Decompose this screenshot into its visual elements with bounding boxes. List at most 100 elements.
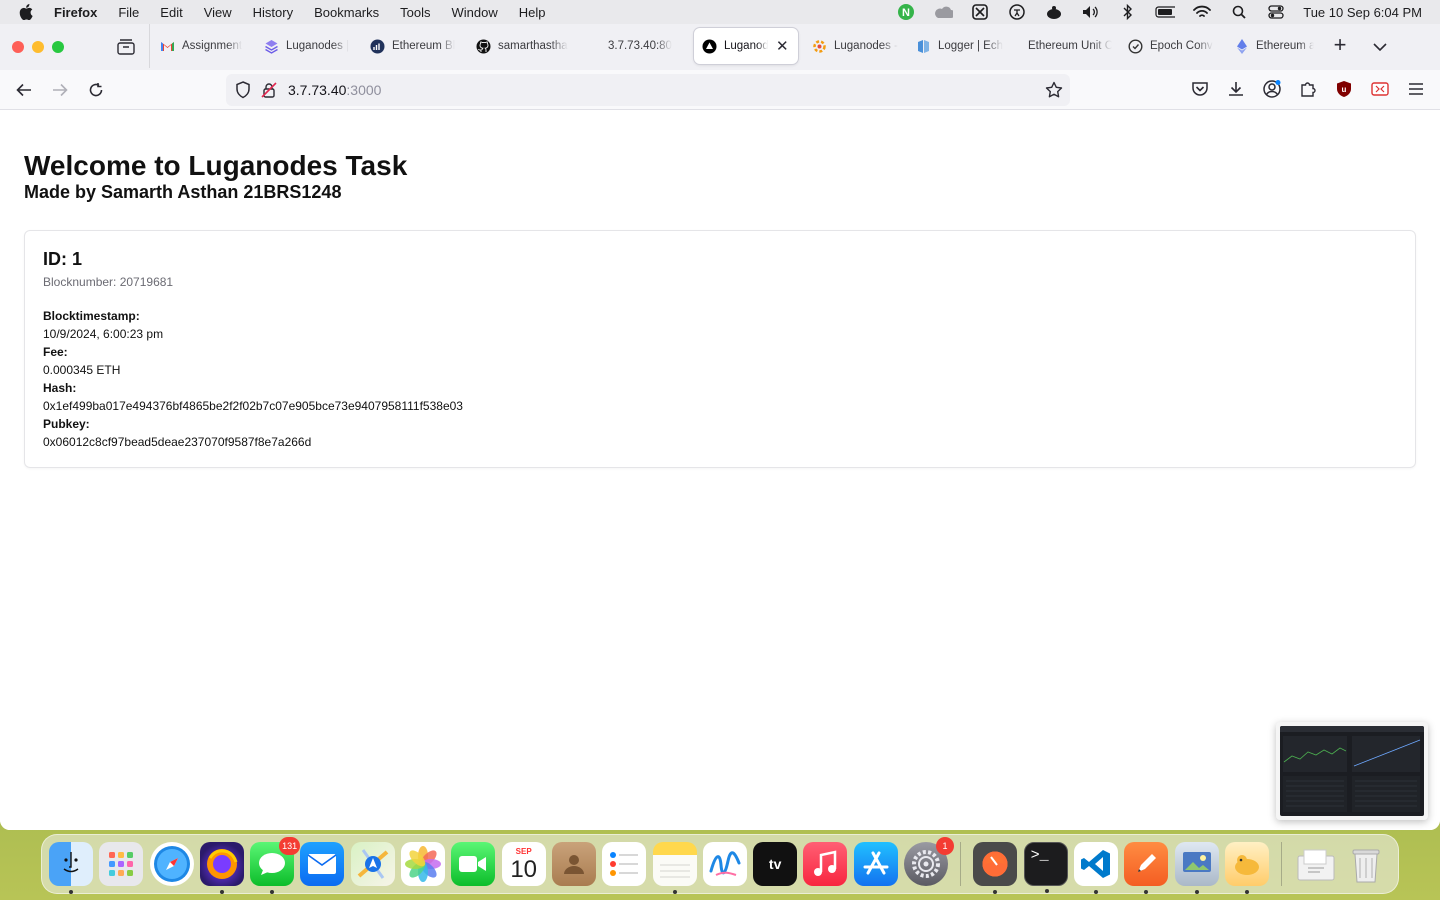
facetime-icon[interactable] — [451, 842, 496, 886]
minimize-window-button[interactable] — [32, 41, 44, 53]
pubkey-value: 0x06012c8cf97bead5deae237070f9587f8e7a26… — [43, 435, 312, 449]
close-tab-icon[interactable]: ✕ — [776, 37, 789, 55]
calendar-day: 10 — [510, 856, 538, 883]
app-status-icon[interactable] — [970, 4, 990, 20]
tab-logger[interactable]: Logger | Ech — [908, 28, 1014, 64]
trash-icon[interactable] — [1344, 842, 1388, 886]
control-center-icon[interactable] — [1266, 4, 1286, 20]
extensions-puzzle-icon[interactable] — [1298, 79, 1318, 99]
record-id: ID: 1 — [43, 249, 83, 269]
vscode-icon[interactable] — [1073, 842, 1118, 894]
notes-icon[interactable] — [652, 842, 697, 894]
freeform-icon[interactable] — [702, 842, 747, 886]
nordvpn-icon[interactable]: N — [896, 4, 916, 20]
gmail-icon — [160, 39, 175, 54]
tab-ethereum-unit-converter[interactable]: Ethereum Unit C — [1014, 28, 1120, 64]
tab-title: Ethereum Bl — [392, 40, 456, 52]
tab-title: Ethereum Unit C — [1028, 40, 1112, 52]
clock-icon — [1128, 38, 1143, 54]
wifi-icon[interactable] — [1192, 4, 1212, 20]
maps-icon[interactable] — [350, 842, 395, 886]
list-all-tabs-icon[interactable] — [1370, 36, 1390, 56]
photos-icon[interactable] — [401, 842, 446, 886]
menu-history[interactable]: History — [253, 5, 293, 20]
address-bar[interactable]: 3.7.73.40:3000 — [226, 74, 1070, 106]
postman-icon[interactable] — [973, 842, 1018, 894]
tab-bar: Assignment Luganodes | Ethereum Bl samar… — [0, 24, 1440, 70]
menu-bookmarks[interactable]: Bookmarks — [314, 5, 379, 20]
tab-ip-8080[interactable]: 3.7.73.40:80 — [586, 28, 694, 64]
cloud-icon[interactable] — [933, 4, 954, 20]
back-arrow-icon[interactable] — [14, 80, 34, 100]
screenshot-thumbnail[interactable] — [1276, 722, 1428, 820]
menu-app-name[interactable]: Firefox — [54, 5, 97, 20]
terminal-icon[interactable]: >_ — [1023, 842, 1068, 893]
fee-label: Fee: — [43, 345, 68, 359]
messages-badge: 131 — [279, 837, 301, 855]
thumbnail-preview-image — [1280, 726, 1424, 816]
bookmark-star-icon[interactable] — [1045, 81, 1063, 99]
tab-assignment[interactable]: Assignment — [152, 28, 256, 64]
tab-github[interactable]: samarthastha — [468, 28, 586, 64]
calendar-icon[interactable]: SEP 10 — [501, 842, 546, 886]
pubkey-label: Pubkey: — [43, 417, 90, 431]
tab-luganodes-2[interactable]: Luganodes - — [804, 28, 908, 64]
settings-badge: 1 — [936, 837, 955, 855]
launchpad-icon[interactable] — [99, 842, 144, 886]
pocket-icon[interactable] — [1190, 79, 1210, 99]
logger-icon — [916, 39, 931, 54]
tab-ethereum-blocks[interactable]: Ethereum Bl — [362, 28, 468, 64]
insecure-connection-icon[interactable] — [261, 82, 277, 98]
downloads-icon[interactable] — [1226, 79, 1246, 99]
menu-app-icon[interactable] — [1044, 4, 1064, 20]
window-controls — [12, 41, 64, 53]
accessibility-icon[interactable] — [1007, 4, 1027, 20]
firefox-view-icon[interactable] — [116, 38, 136, 56]
tab-luganodes-active[interactable]: Luganodes ✕ — [694, 28, 798, 64]
account-icon[interactable] — [1262, 79, 1282, 99]
settings-icon[interactable]: 1 — [904, 837, 955, 886]
menu-bar-clock[interactable]: Tue 10 Sep 6:04 PM — [1303, 5, 1422, 20]
forward-arrow-icon[interactable] — [50, 80, 70, 100]
extension-icon[interactable] — [1370, 79, 1390, 99]
tab-ethereum-account[interactable]: Ethereum ac — [1226, 28, 1322, 64]
new-tab-button[interactable]: + — [1330, 34, 1350, 56]
mail-icon[interactable] — [300, 842, 345, 886]
zoom-window-button[interactable] — [52, 41, 64, 53]
finder-icon[interactable] — [49, 842, 93, 894]
menu-view[interactable]: View — [204, 5, 232, 20]
ublock-origin-icon[interactable]: u — [1334, 79, 1354, 99]
menu-tools[interactable]: Tools — [400, 5, 430, 20]
menu-file[interactable]: File — [118, 5, 139, 20]
appletv-icon[interactable]: tv — [753, 842, 798, 886]
hamburger-menu-icon[interactable] — [1406, 79, 1426, 99]
contacts-icon[interactable] — [551, 842, 596, 886]
preview-icon[interactable] — [1174, 842, 1219, 894]
pencil-app-icon[interactable] — [1124, 842, 1169, 894]
tab-epoch-converter[interactable]: Epoch Conv — [1120, 28, 1226, 64]
tracking-protection-shield-icon[interactable] — [234, 81, 252, 99]
reload-icon[interactable] — [86, 80, 106, 100]
luganodes-icon — [264, 39, 279, 54]
battery-icon[interactable] — [1155, 4, 1176, 20]
tableplus-icon[interactable] — [1224, 842, 1269, 894]
messages-icon[interactable]: 131 — [250, 837, 301, 894]
menu-edit[interactable]: Edit — [160, 5, 182, 20]
downloads-stack-icon[interactable] — [1294, 842, 1338, 886]
tab-title: samarthastha — [498, 40, 568, 52]
volume-icon[interactable] — [1081, 4, 1101, 20]
appstore-icon[interactable] — [853, 842, 898, 886]
tab-title: Logger | Ech — [938, 40, 1004, 52]
music-icon[interactable] — [803, 842, 848, 886]
apple-menu-icon[interactable] — [19, 4, 35, 20]
record-blocknumber: Blocknumber: 20719681 — [43, 275, 174, 289]
menu-help[interactable]: Help — [519, 5, 546, 20]
reminders-icon[interactable] — [602, 842, 647, 886]
bluetooth-icon[interactable] — [1118, 4, 1138, 20]
menu-window[interactable]: Window — [452, 5, 498, 20]
tab-luganodes-1[interactable]: Luganodes | — [256, 28, 362, 64]
spotlight-search-icon[interactable] — [1229, 4, 1249, 20]
safari-icon[interactable] — [149, 842, 194, 886]
firefox-icon[interactable] — [199, 842, 244, 894]
close-window-button[interactable] — [12, 41, 24, 53]
